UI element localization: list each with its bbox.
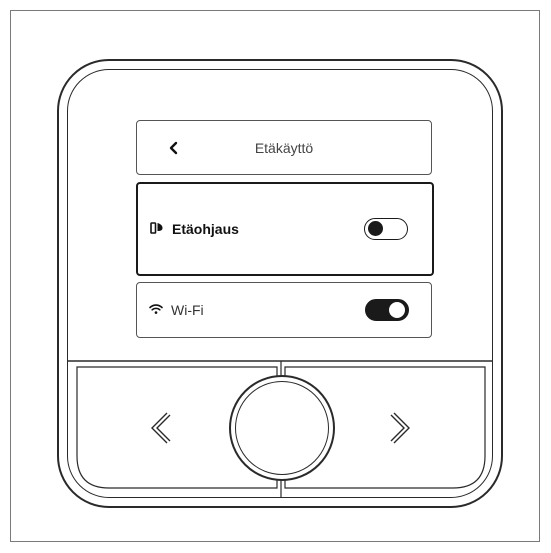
menu-item-remote-control[interactable]: Etäohjaus <box>136 182 434 276</box>
center-select-button[interactable] <box>229 375 335 481</box>
remote-control-icon <box>150 221 164 238</box>
toggle-knob <box>389 301 405 318</box>
screen-header: Etäkäyttö <box>136 120 432 175</box>
wifi-icon <box>149 302 163 318</box>
chevron-right-icon[interactable] <box>386 410 416 446</box>
center-button-inner-ring <box>235 381 329 475</box>
page-title: Etäkäyttö <box>254 139 314 156</box>
wifi-label-group: Wi-Fi <box>149 302 204 318</box>
menu-item-wifi[interactable]: Wi-Fi <box>136 282 432 338</box>
wifi-label: Wi-Fi <box>171 302 204 318</box>
wifi-toggle[interactable] <box>365 299 409 321</box>
chevron-left-icon[interactable] <box>145 410 175 446</box>
toggle-knob <box>368 221 383 236</box>
remote-control-toggle[interactable] <box>364 218 408 240</box>
remote-control-label: Etäohjaus <box>172 221 239 237</box>
remote-control-label-group: Etäohjaus <box>150 221 239 238</box>
